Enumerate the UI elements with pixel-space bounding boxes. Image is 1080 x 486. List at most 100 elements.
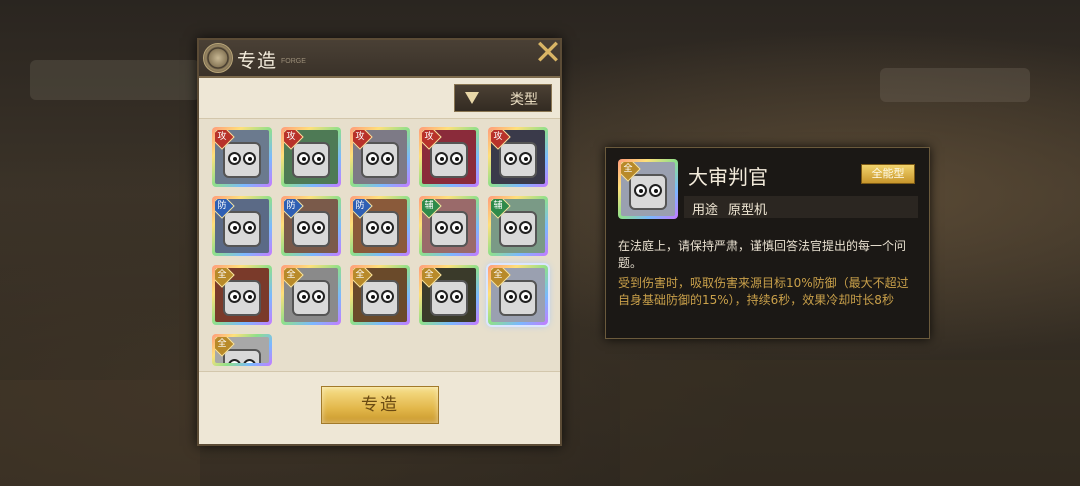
forge-item[interactable]: 全 xyxy=(212,265,272,325)
role-badge-label: 攻 xyxy=(286,132,296,142)
eye-icon xyxy=(435,152,448,165)
close-button[interactable]: ✕ xyxy=(533,36,563,70)
item-grid: 攻攻攻攻攻防防防辅辅全全全全全全 xyxy=(199,118,560,372)
eye-icon xyxy=(228,221,241,234)
eye-icon xyxy=(519,221,532,234)
item-portrait: 攻 xyxy=(284,130,338,184)
role-badge-label: 全 xyxy=(493,270,503,280)
item-portrait: 辅 xyxy=(491,199,545,253)
eye-icon xyxy=(228,290,241,303)
eye-icon xyxy=(297,290,310,303)
eye-icon xyxy=(634,184,647,197)
role-badge-label: 全 xyxy=(424,270,434,280)
robot-face-icon xyxy=(430,142,468,178)
role-badge-label: 攻 xyxy=(217,132,227,142)
role-badge-label: 辅 xyxy=(424,201,434,211)
eye-icon xyxy=(435,290,448,303)
panel-header: 专造 FORGE ✕ xyxy=(199,36,563,78)
eye-icon xyxy=(504,290,517,303)
role-badge-label: 攻 xyxy=(355,132,365,142)
eye-icon xyxy=(504,221,517,234)
background-shape xyxy=(0,380,200,486)
item-portrait: 全 xyxy=(422,268,476,322)
robot-face-icon xyxy=(430,211,468,247)
role-badge-label: 辅 xyxy=(493,201,503,211)
item-portrait: 全 xyxy=(284,268,338,322)
forge-item[interactable]: 防 xyxy=(212,196,272,256)
item-portrait: 防 xyxy=(284,199,338,253)
role-badge-label: 攻 xyxy=(493,132,503,142)
background-shape xyxy=(620,360,1080,486)
role-badge-label: 全 xyxy=(217,270,227,280)
forge-item[interactable]: 攻 xyxy=(419,127,479,187)
item-portrait: 辅 xyxy=(422,199,476,253)
eye-icon xyxy=(297,152,310,165)
panel-subtitle: FORGE xyxy=(281,58,306,65)
panel-title: 专造 xyxy=(237,50,278,72)
item-effect: 受到伤害时，吸取伤害来源目标10%防御（最大不超过自身基础防御的15%），持续6… xyxy=(618,276,909,307)
robot-face-icon xyxy=(499,280,537,316)
role-badge-label: 全 xyxy=(286,270,296,280)
eye-icon xyxy=(519,152,532,165)
forge-item[interactable]: 全 xyxy=(350,265,410,325)
eye-icon xyxy=(243,152,256,165)
eye-icon xyxy=(435,221,448,234)
forge-item[interactable]: 全 xyxy=(281,265,341,325)
robot-face-icon xyxy=(629,174,667,210)
forge-item[interactable]: 全 xyxy=(488,265,548,325)
forge-emblem-icon xyxy=(203,43,233,73)
forge-item[interactable]: 攻 xyxy=(350,127,410,187)
role-badge-label: 防 xyxy=(217,201,227,211)
forge-item[interactable]: 攻 xyxy=(212,127,272,187)
type-filter-dropdown[interactable]: 类型 xyxy=(454,84,552,112)
item-portrait: 全 xyxy=(491,268,545,322)
eye-icon xyxy=(312,290,325,303)
forge-item[interactable]: 全 xyxy=(419,265,479,325)
item-portrait: 全 xyxy=(621,162,675,216)
eye-icon xyxy=(366,290,379,303)
robot-face-icon xyxy=(223,211,261,247)
eye-icon xyxy=(450,221,463,234)
item-name: 大审判官 xyxy=(688,165,768,189)
background-shape xyxy=(880,68,1030,102)
eye-icon xyxy=(228,152,241,165)
usage-row: 用途 原型机 xyxy=(684,196,918,218)
eye-icon xyxy=(381,152,394,165)
usage-label: 用途 xyxy=(692,203,719,218)
eye-icon xyxy=(312,221,325,234)
robot-face-icon xyxy=(499,142,537,178)
item-portrait: 防 xyxy=(353,199,407,253)
filter-label: 类型 xyxy=(510,92,538,108)
forge-item[interactable]: 全 xyxy=(212,334,272,366)
robot-face-icon xyxy=(223,142,261,178)
background-shape xyxy=(30,60,200,100)
robot-face-icon xyxy=(499,211,537,247)
forge-item[interactable]: 防 xyxy=(281,196,341,256)
item-portrait: 全 xyxy=(353,268,407,322)
forge-button[interactable]: 专造 xyxy=(321,386,439,424)
triangle-down-icon xyxy=(465,92,479,104)
robot-face-icon xyxy=(361,280,399,316)
eye-icon xyxy=(381,221,394,234)
forge-item[interactable]: 防 xyxy=(350,196,410,256)
robot-face-icon xyxy=(292,142,330,178)
forge-item[interactable]: 攻 xyxy=(281,127,341,187)
role-badge-label: 全 xyxy=(623,164,633,174)
robot-face-icon xyxy=(361,142,399,178)
eye-icon xyxy=(243,221,256,234)
robot-face-icon xyxy=(223,280,261,316)
forge-item[interactable]: 攻 xyxy=(488,127,548,187)
item-detail-panel: 全 大审判官 全能型 用途 原型机 在法庭上，请保持严肃，谨慎回答法官提出的每一… xyxy=(605,147,930,339)
eye-icon xyxy=(297,221,310,234)
forge-item[interactable]: 辅 xyxy=(488,196,548,256)
forge-item[interactable]: 辅 xyxy=(419,196,479,256)
forge-panel: 专造 FORGE ✕ 类型 攻攻攻攻攻防防防辅辅全全全全全全 专造 xyxy=(197,36,563,446)
item-portrait: 防 xyxy=(215,199,269,253)
role-badge-label: 全 xyxy=(355,270,365,280)
eye-icon xyxy=(243,290,256,303)
eye-icon xyxy=(381,290,394,303)
usage-value: 原型机 xyxy=(728,203,768,218)
role-badge-label: 防 xyxy=(286,201,296,211)
eye-icon xyxy=(504,152,517,165)
item-portrait: 攻 xyxy=(422,130,476,184)
